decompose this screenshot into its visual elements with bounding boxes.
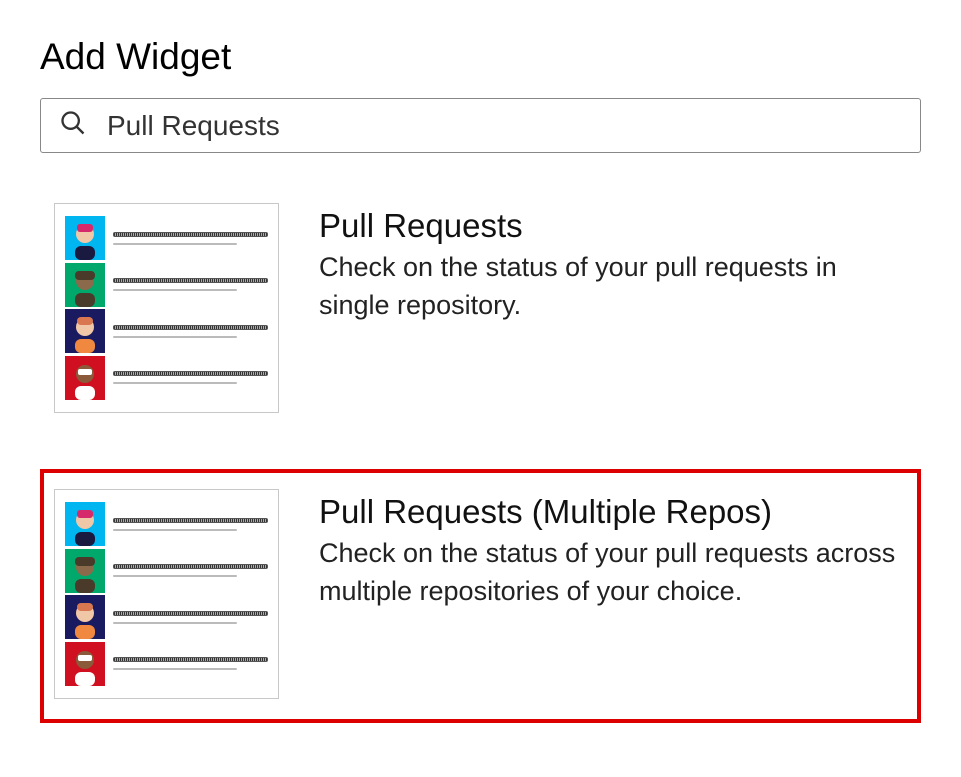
widget-thumbnail — [54, 203, 279, 413]
search-input[interactable] — [107, 110, 902, 142]
avatar-icon — [65, 309, 105, 353]
widget-title: Pull Requests (Multiple Repos) — [319, 493, 907, 531]
avatar-icon — [65, 263, 105, 307]
widget-title: Pull Requests — [319, 207, 907, 245]
search-box[interactable] — [40, 98, 921, 153]
widget-description: Check on the status of your pull request… — [319, 249, 907, 325]
avatar-icon — [65, 549, 105, 593]
page-title: Add Widget — [40, 36, 921, 78]
widget-item-pull-requests[interactable]: Pull Requests Check on the status of you… — [40, 183, 921, 437]
avatar-icon — [65, 595, 105, 639]
widget-item-pull-requests-multiple-repos[interactable]: Pull Requests (Multiple Repos) Check on … — [40, 469, 921, 723]
widget-thumbnail — [54, 489, 279, 699]
avatar-icon — [65, 642, 105, 686]
search-icon — [59, 109, 87, 142]
avatar-icon — [65, 216, 105, 260]
avatar-icon — [65, 356, 105, 400]
widget-list: Pull Requests Check on the status of you… — [40, 183, 921, 723]
avatar-icon — [65, 502, 105, 546]
widget-description: Check on the status of your pull request… — [319, 535, 907, 611]
